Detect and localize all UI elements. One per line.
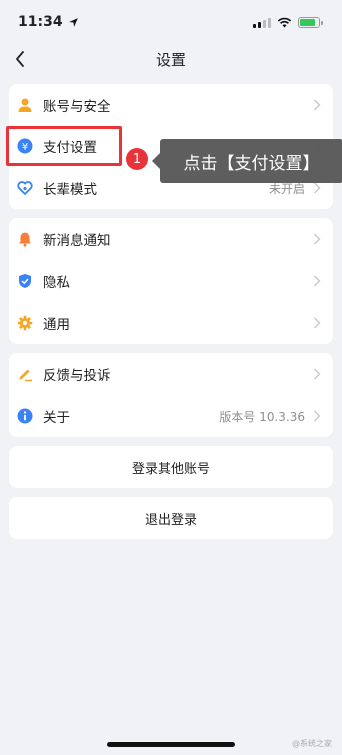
- row-label: 通用: [43, 317, 70, 333]
- person-icon: [17, 97, 33, 113]
- home-indicator[interactable]: [107, 742, 235, 747]
- back-button[interactable]: [8, 44, 32, 74]
- version-number: 版本号 10.3.36: [219, 409, 305, 424]
- signal-icon: [253, 17, 271, 28]
- info-icon: [17, 408, 33, 424]
- row-account-security[interactable]: 账号与安全: [9, 84, 333, 125]
- chevron-right-icon: [314, 182, 321, 194]
- page-title: 设置: [155, 50, 186, 69]
- step-badge: 1: [126, 148, 148, 170]
- chevron-right-icon: [314, 317, 321, 329]
- instruction-tooltip: 点击【支付设置】: [152, 139, 342, 183]
- row-about[interactable]: 关于 版本号 10.3.36: [9, 395, 333, 437]
- chevron-right-icon: [314, 368, 321, 380]
- row-label: 账号与安全: [43, 98, 111, 115]
- highlight-box: [6, 126, 122, 166]
- nav-bar: 设置: [0, 44, 342, 74]
- settings-group-general: 新消息通知 隐私 通用: [9, 218, 333, 344]
- status-time: 11:34: [18, 14, 63, 30]
- chevron-right-icon: [314, 410, 321, 422]
- bell-icon: [17, 231, 33, 247]
- logout-button[interactable]: 退出登录: [9, 497, 333, 539]
- shield-icon: [17, 273, 33, 289]
- settings-group-about: 反馈与投诉 关于 版本号 10.3.36: [9, 353, 333, 437]
- chevron-right-icon: [314, 275, 321, 287]
- battery-icon: [298, 16, 323, 28]
- location-arrow-icon: [68, 17, 78, 27]
- row-label: 关于: [43, 410, 70, 426]
- login-other-account-button[interactable]: 登录其他账号: [9, 446, 333, 488]
- watermark: @系统之家: [292, 739, 332, 748]
- row-label: 隐私: [43, 275, 70, 291]
- pen-icon: [17, 366, 33, 382]
- status-left: 11:34: [18, 14, 79, 30]
- wifi-icon: [277, 17, 292, 27]
- row-label: 新消息通知: [43, 233, 111, 249]
- row-privacy[interactable]: 隐私: [9, 260, 333, 302]
- row-notifications[interactable]: 新消息通知: [9, 218, 333, 260]
- row-feedback[interactable]: 反馈与投诉: [9, 353, 333, 395]
- status-right: [253, 16, 323, 28]
- status-bar: 11:34: [0, 0, 342, 44]
- chevron-right-icon: [314, 233, 321, 245]
- chevron-right-icon: [314, 99, 321, 110]
- heart-icon: [17, 180, 33, 196]
- row-label: 反馈与投诉: [43, 368, 111, 384]
- gear-icon: [17, 315, 33, 331]
- row-general[interactable]: 通用: [9, 302, 333, 344]
- chevron-left-icon: [16, 51, 24, 67]
